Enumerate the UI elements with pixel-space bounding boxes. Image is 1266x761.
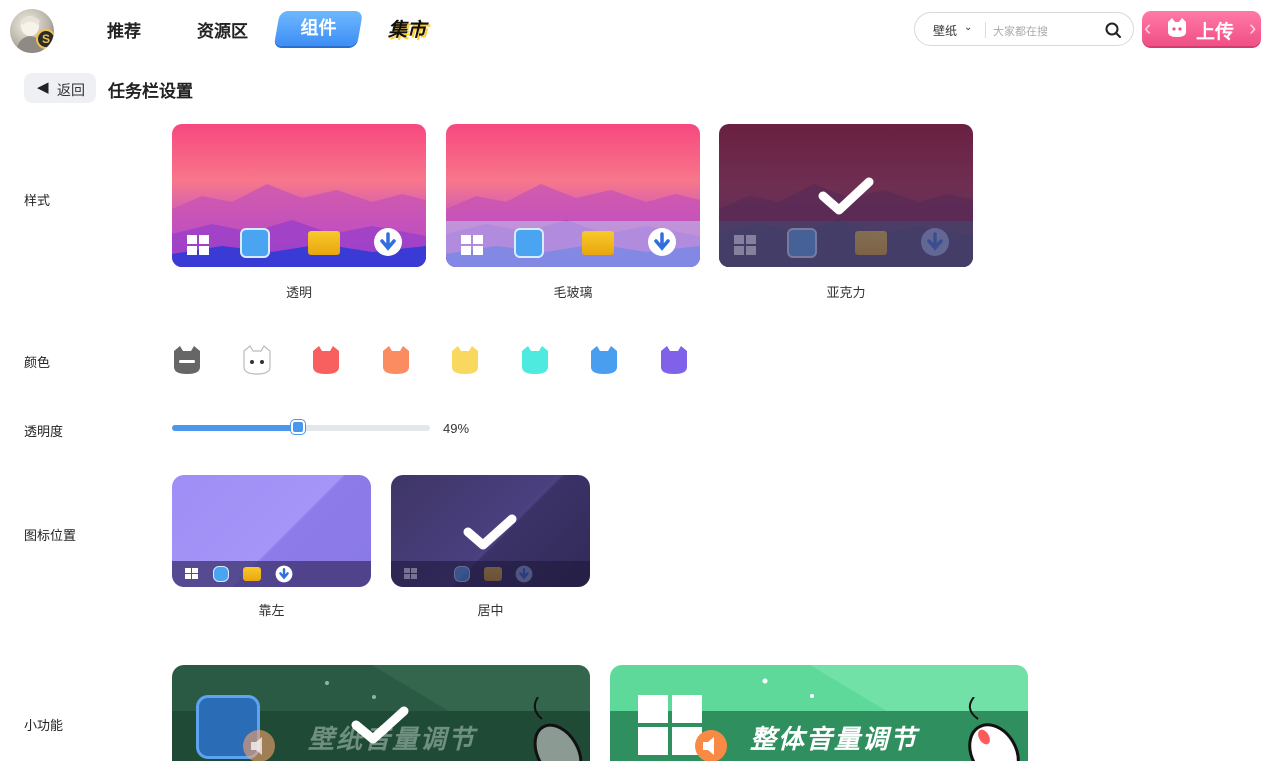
color-swatch-3[interactable] bbox=[381, 345, 411, 375]
search-category[interactable]: 壁纸 bbox=[933, 22, 957, 39]
speaker-icon bbox=[695, 730, 727, 761]
upload-button[interactable]: ‹ 上传 › bbox=[1142, 11, 1261, 46]
folder-icon bbox=[308, 231, 340, 255]
color-label: 颜色 bbox=[24, 355, 51, 370]
style-caption-frosted: 毛玻璃 bbox=[553, 285, 593, 300]
chevron-left-icon: ‹ bbox=[1144, 15, 1152, 40]
taskbar-preview bbox=[391, 561, 590, 587]
style-option-frosted[interactable] bbox=[446, 124, 700, 267]
search-divider bbox=[985, 22, 986, 38]
nav-resources[interactable]: 资源区 bbox=[197, 17, 248, 42]
download-icon bbox=[515, 565, 533, 583]
color-swatch-5[interactable] bbox=[520, 345, 550, 375]
top-bar: S 推荐 资源区 组件 集市 壁纸 ⌄ 大家都在搜 ‹ 上传 › bbox=[0, 0, 1266, 58]
color-swatch-2[interactable] bbox=[311, 345, 341, 375]
app-cat-icon bbox=[514, 228, 544, 258]
windows-icon bbox=[461, 235, 483, 255]
search-icon[interactable] bbox=[1104, 21, 1122, 39]
app-cat-icon bbox=[787, 228, 817, 258]
color-swatch-6[interactable] bbox=[589, 345, 619, 375]
back-arrow-icon: ◀ bbox=[37, 79, 49, 96]
download-icon bbox=[648, 228, 676, 256]
taskbar-preview bbox=[446, 221, 700, 267]
search-box: 壁纸 ⌄ 大家都在搜 bbox=[914, 12, 1134, 46]
folder-icon bbox=[243, 567, 261, 581]
folder-icon bbox=[484, 567, 502, 581]
app-cat-icon bbox=[240, 228, 270, 258]
chevron-right-icon: › bbox=[1249, 15, 1257, 40]
back-label: 返回 bbox=[57, 82, 85, 98]
feature-wallpaper-volume[interactable]: 壁纸音量调节 bbox=[172, 665, 590, 761]
windows-icon bbox=[734, 235, 756, 255]
nav-market[interactable]: 集市 bbox=[388, 15, 426, 42]
style-caption-acrylic: 亚克力 bbox=[826, 285, 866, 300]
app-cat-icon bbox=[213, 566, 229, 582]
download-icon bbox=[921, 228, 949, 256]
taskbar-preview bbox=[172, 561, 371, 587]
style-option-transparent[interactable] bbox=[172, 124, 426, 267]
opacity-value: 49% bbox=[443, 421, 470, 436]
color-swatch-1[interactable] bbox=[242, 345, 272, 375]
style-option-acrylic[interactable] bbox=[719, 124, 973, 267]
style-caption-transparent: 透明 bbox=[285, 285, 312, 300]
check-icon bbox=[463, 514, 517, 550]
mouse-icon bbox=[968, 697, 1020, 761]
style-label: 样式 bbox=[24, 193, 51, 208]
upload-label: 上传 bbox=[1196, 22, 1235, 43]
windows-icon bbox=[185, 568, 198, 579]
nav-recommend[interactable]: 推荐 bbox=[107, 17, 141, 42]
check-icon bbox=[351, 706, 409, 744]
windows-icon bbox=[187, 235, 209, 255]
opacity-label: 透明度 bbox=[24, 424, 64, 439]
color-swatch-7[interactable] bbox=[659, 345, 689, 375]
windows-icon bbox=[638, 695, 702, 755]
color-swatch-4[interactable] bbox=[450, 345, 480, 375]
check-icon bbox=[818, 177, 874, 215]
avatar-badge: S bbox=[36, 29, 54, 49]
page-title: 任务栏设置 bbox=[108, 82, 193, 101]
back-button[interactable]: ◀ 返回 bbox=[24, 73, 96, 103]
icon-position-center[interactable] bbox=[391, 475, 590, 587]
opacity-slider-handle[interactable] bbox=[291, 420, 305, 434]
cat-face-icon bbox=[1168, 18, 1186, 37]
opacity-slider[interactable] bbox=[172, 420, 430, 434]
folder-icon bbox=[582, 231, 614, 255]
nav-widgets[interactable]: 组件 bbox=[273, 11, 364, 46]
download-icon bbox=[275, 565, 293, 583]
icon-position-left-caption: 靠左 bbox=[258, 603, 285, 618]
nav-widgets-label: 组件 bbox=[300, 18, 337, 38]
icon-position-left[interactable] bbox=[172, 475, 371, 587]
features-label: 小功能 bbox=[24, 718, 64, 733]
icon-position-label: 图标位置 bbox=[24, 528, 77, 543]
download-icon bbox=[374, 228, 402, 256]
color-swatch-0[interactable] bbox=[172, 345, 202, 375]
windows-icon bbox=[404, 568, 417, 579]
opacity-slider-fill bbox=[172, 425, 298, 431]
app-cat-icon bbox=[454, 566, 470, 582]
mouse-icon bbox=[533, 697, 583, 761]
user-avatar[interactable]: S bbox=[10, 9, 54, 53]
chevron-down-icon[interactable]: ⌄ bbox=[964, 22, 972, 33]
speaker-icon bbox=[243, 730, 275, 761]
search-input[interactable]: 大家都在搜 bbox=[993, 23, 1048, 39]
feature-global-volume[interactable]: 整体音量调节 bbox=[610, 665, 1028, 761]
taskbar-preview bbox=[719, 221, 973, 267]
icon-position-center-caption: 居中 bbox=[477, 603, 504, 618]
feature-global-volume-title: 整体音量调节 bbox=[750, 724, 919, 754]
taskbar-preview bbox=[172, 221, 426, 267]
folder-icon bbox=[855, 231, 887, 255]
